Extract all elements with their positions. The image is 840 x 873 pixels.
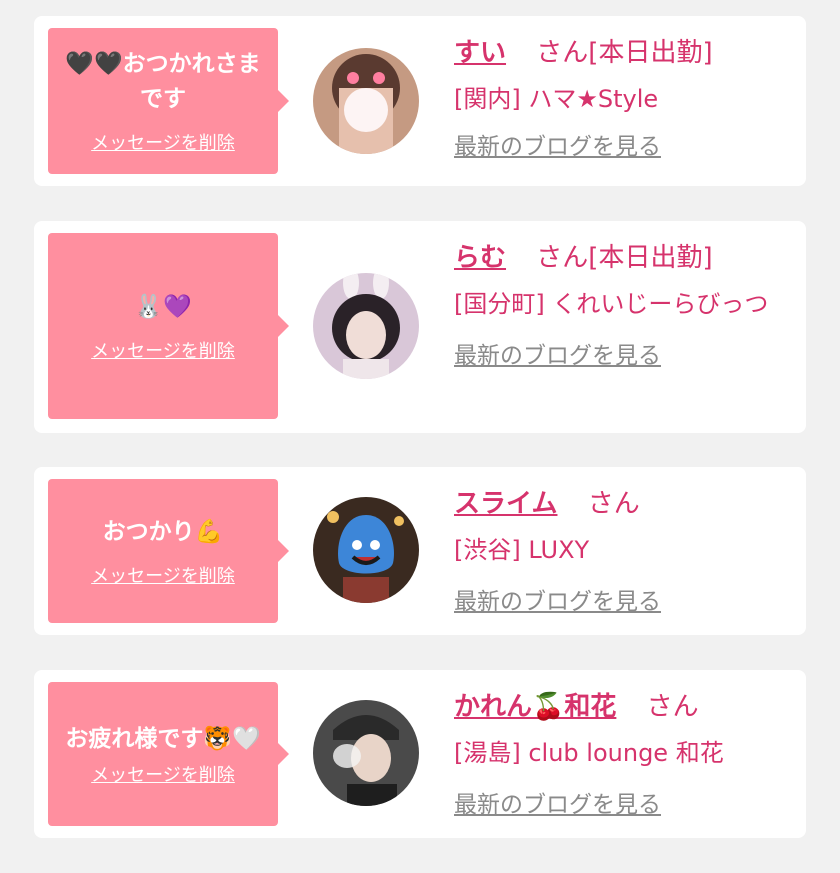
avatar[interactable] bbox=[313, 273, 419, 379]
delete-message-link[interactable]: メッセージを削除 bbox=[91, 129, 235, 155]
avatar[interactable] bbox=[313, 48, 419, 154]
avatar-photo bbox=[313, 700, 419, 806]
message-card: 🖤🖤おつかれさまです メッセージを削除 すい さん[本日出勤] [関内] ハマ★… bbox=[34, 16, 806, 186]
avatar-photo bbox=[313, 48, 419, 154]
shop-name: [関内] ハマ★Style bbox=[454, 85, 659, 113]
avatar[interactable] bbox=[313, 497, 419, 603]
cast-name-link[interactable]: すい bbox=[454, 38, 506, 68]
shop-name: [湯島] club lounge 和花 bbox=[454, 739, 724, 767]
cast-info: らむ さん[本日出勤] [国分町] くれいじーらびっつ 最新のブログを見る bbox=[454, 235, 782, 373]
status-badge: [本日出勤] bbox=[588, 243, 713, 273]
delete-message-link[interactable]: メッセージを削除 bbox=[91, 761, 235, 787]
honorific: さん bbox=[646, 692, 699, 722]
honorific: さん bbox=[536, 243, 589, 273]
message-text: おつかり💪 bbox=[102, 518, 224, 545]
honorific: さん bbox=[536, 38, 589, 68]
cast-info: すい さん[本日出勤] [関内] ハマ★Style 最新のブログを見る bbox=[454, 30, 782, 164]
message-bubble: 🖤🖤おつかれさまです メッセージを削除 bbox=[48, 28, 289, 174]
message-card: 🐰💜 メッセージを削除 らむ さん[本日出勤] [国分町] くれいじーらびっつ … bbox=[34, 221, 806, 433]
message-bubble: お疲れ様です🐯🤍 メッセージを削除 bbox=[48, 682, 289, 826]
message-card: お疲れ様です🐯🤍 メッセージを削除 かれん🍒和花 さん [湯島] club lo… bbox=[34, 670, 806, 838]
avatar-photo bbox=[313, 273, 419, 379]
latest-blog-link[interactable]: 最新のブログを見る bbox=[454, 339, 661, 373]
shop-name: [国分町] くれいじーらびっつ bbox=[454, 290, 769, 318]
message-bubble: 🐰💜 メッセージを削除 bbox=[48, 233, 289, 419]
message-card: おつかり💪 メッセージを削除 スライム さん [渋谷] LUXY 最新のブログを… bbox=[34, 467, 806, 635]
latest-blog-link[interactable]: 最新のブログを見る bbox=[454, 130, 661, 164]
cast-name-link[interactable]: かれん🍒和花 bbox=[454, 692, 616, 722]
delete-message-link[interactable]: メッセージを削除 bbox=[91, 562, 235, 588]
cast-info: かれん🍒和花 さん [湯島] club lounge 和花 最新のブログを見る bbox=[454, 684, 782, 822]
latest-blog-link[interactable]: 最新のブログを見る bbox=[454, 788, 661, 822]
avatar-photo bbox=[313, 497, 419, 603]
cast-name-link[interactable]: スライム bbox=[454, 489, 557, 519]
message-text: 🖤🖤おつかれさまです bbox=[65, 51, 261, 112]
shop-name: [渋谷] LUXY bbox=[454, 536, 590, 564]
avatar[interactable] bbox=[313, 700, 419, 806]
message-text: お疲れ様です🐯🤍 bbox=[65, 725, 261, 752]
latest-blog-link[interactable]: 最新のブログを見る bbox=[454, 585, 661, 619]
honorific: さん bbox=[587, 489, 640, 519]
message-text: 🐰💜 bbox=[134, 293, 192, 320]
delete-message-link[interactable]: メッセージを削除 bbox=[91, 337, 235, 363]
cast-info: スライム さん [渋谷] LUXY 最新のブログを見る bbox=[454, 481, 782, 619]
cast-name-link[interactable]: らむ bbox=[454, 243, 506, 273]
status-badge: [本日出勤] bbox=[588, 38, 713, 68]
message-bubble: おつかり💪 メッセージを削除 bbox=[48, 479, 289, 623]
